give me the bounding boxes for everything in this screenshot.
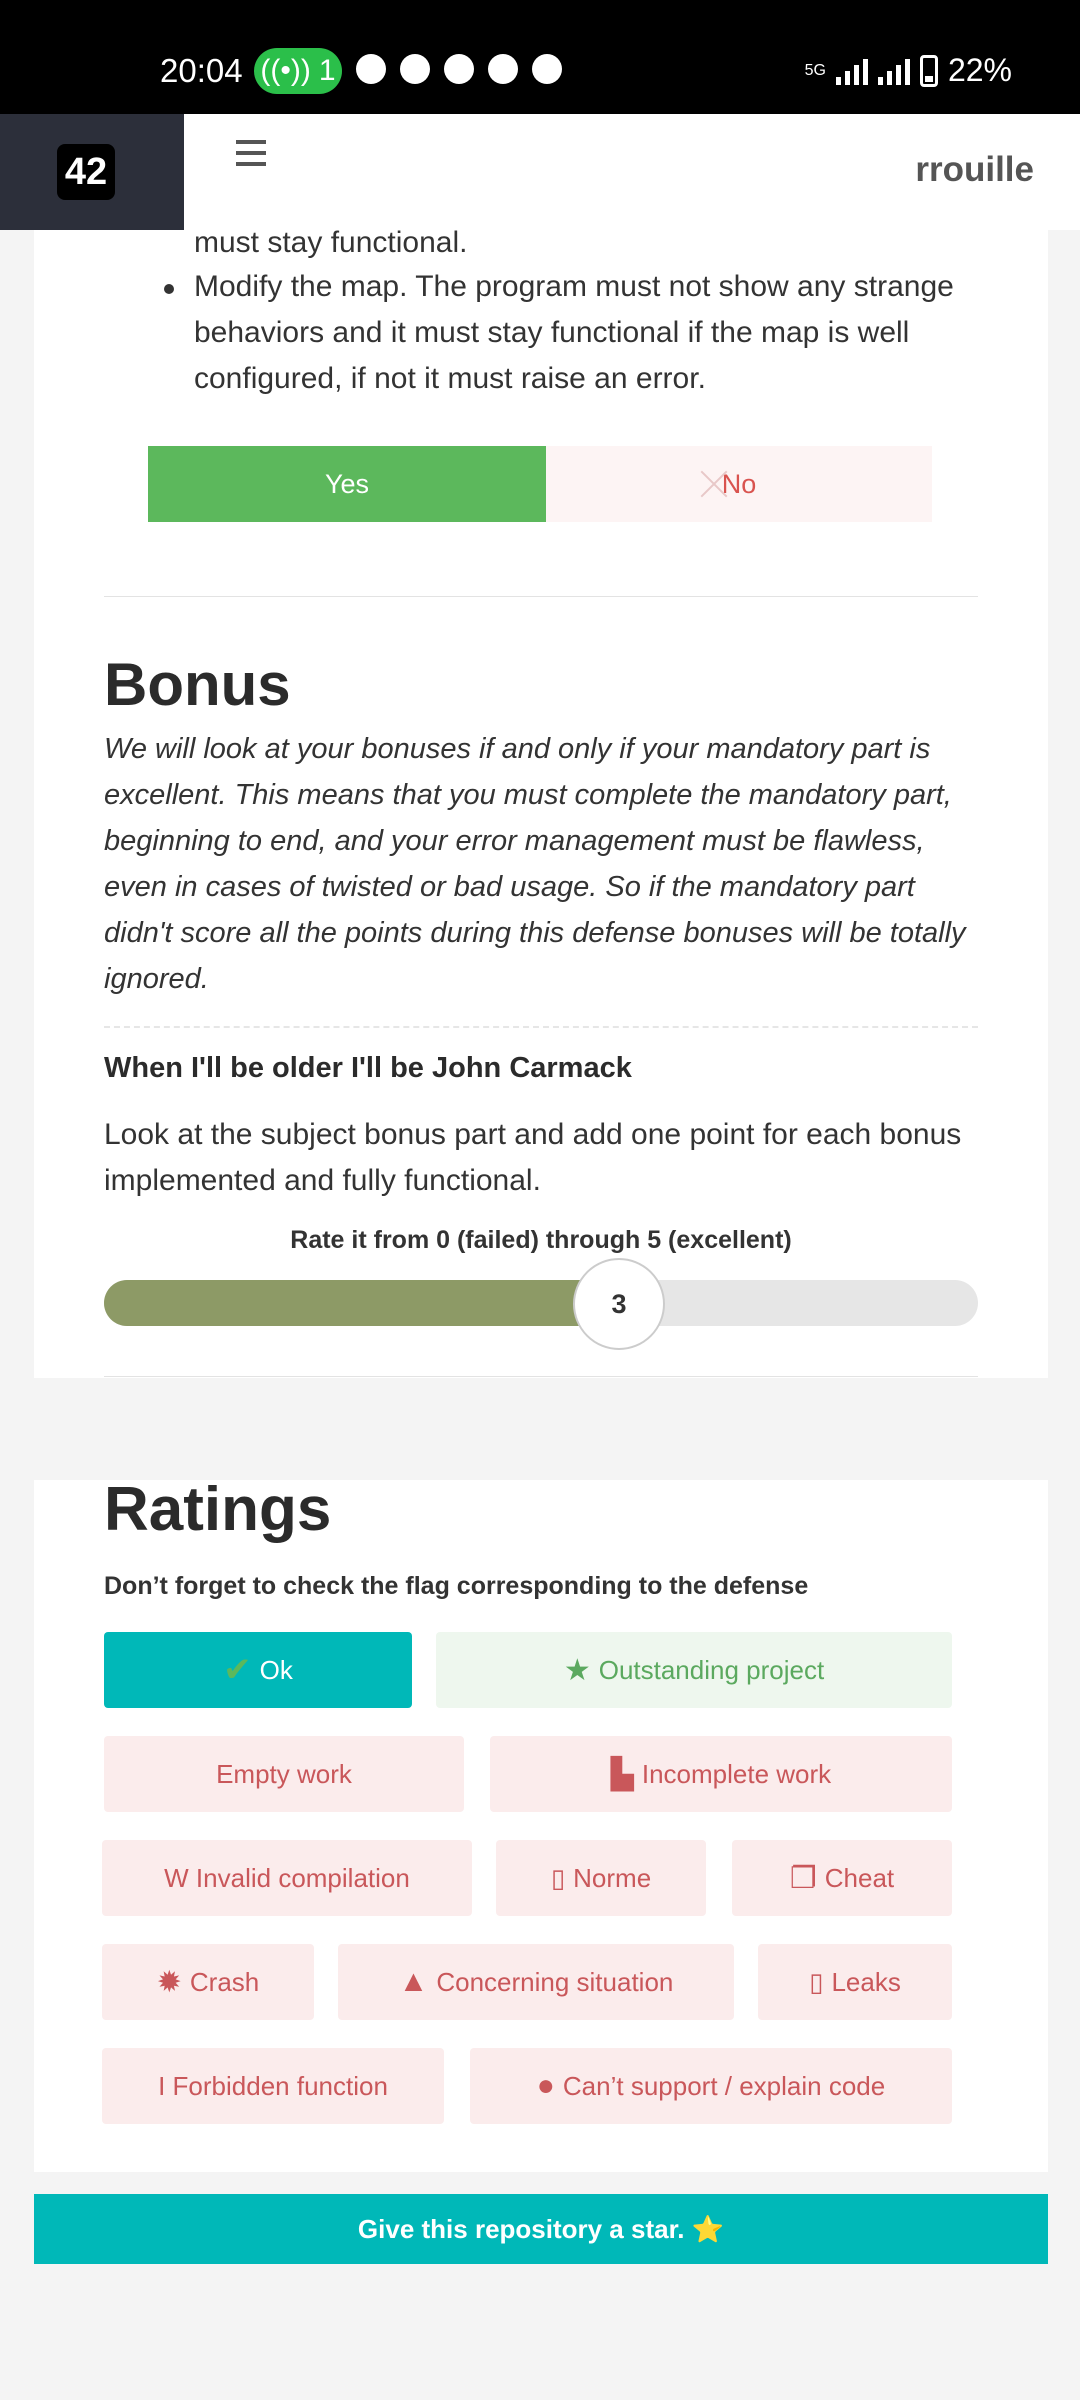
flag-cant-support-button[interactable]: ● Can’t support / explain code: [470, 2048, 952, 2124]
flag-norme-button[interactable]: ▯ Norme: [496, 1840, 706, 1916]
yes-button[interactable]: Yes: [148, 446, 546, 522]
mail-icon: [532, 54, 562, 84]
flag-cheat-button[interactable]: ❐ Cheat: [732, 1840, 952, 1916]
flag-label: W Invalid compilation: [164, 1862, 410, 1893]
hotspot-icon: ((•)): [260, 54, 311, 87]
flag-label: Outstanding project: [598, 1654, 825, 1685]
flag-label: Norme: [573, 1862, 652, 1893]
flag-leaks-button[interactable]: ▯ Leaks: [758, 1944, 952, 2020]
bonus-description: We will look at your bonuses if and only…: [104, 733, 966, 995]
flag-empty-button[interactable]: Empty work: [104, 1736, 464, 1812]
leaks-icon: ▯: [809, 1966, 824, 1997]
logo-42[interactable]: 42: [57, 144, 115, 200]
system-indicators: 5G 22%: [805, 52, 1012, 89]
ratings-card: Ratings Don’t forget to check the flag c…: [34, 1475, 1048, 2172]
star-repository-banner[interactable]: Give this repository a star. ⭐: [34, 2194, 1048, 2264]
flag-label: Leaks: [831, 1966, 901, 1997]
hotspot-pill: ((•)) 1: [254, 48, 342, 94]
flag-crash-button[interactable]: ✹ Crash: [102, 1944, 314, 2020]
signal-icon-2: [877, 57, 910, 85]
username[interactable]: rrouille: [915, 150, 1034, 190]
rate-label: Rate it from 0 (failed) through 5 (excel…: [290, 1226, 792, 1254]
flag-label: Can’t support / explain code: [562, 2070, 886, 2101]
telegram-icon: [400, 54, 430, 84]
yes-label: Yes: [324, 468, 370, 499]
logo-container[interactable]: 42: [0, 114, 184, 230]
divider: [104, 1376, 978, 1377]
status-time: 20:04: [160, 52, 243, 89]
divider: [104, 596, 978, 597]
check-icon: ✔: [223, 1651, 252, 1689]
flag-ok-button[interactable]: ✔ Ok: [104, 1632, 412, 1708]
star-icon: ★: [563, 1653, 591, 1687]
evaluation-card: must stay functional. Modify the map. Th…: [34, 226, 1048, 1378]
flag-label: Incomplete work: [641, 1758, 832, 1789]
flag-incomplete-button[interactable]: ▙ Incomplete work: [490, 1736, 952, 1812]
list-item-cut: must stay functional.: [194, 226, 468, 259]
missed-call-icon: [444, 54, 474, 84]
rating-slider[interactable]: 3: [104, 1258, 978, 1350]
dashed-divider: [104, 1026, 978, 1028]
section-title-ratings: Ratings: [104, 1475, 332, 1544]
warning-icon: ▲: [398, 1965, 429, 1998]
flag-label: Ok: [259, 1654, 293, 1685]
battery-level: 22%: [947, 52, 1012, 88]
signal-icon: [835, 57, 868, 85]
flag-label: Concerning situation: [436, 1966, 674, 1997]
flag-forbidden-function-button[interactable]: I Forbidden function: [102, 2048, 444, 2124]
file-icon: ▙: [610, 1757, 634, 1791]
flag-label: Cheat: [824, 1862, 895, 1893]
slider-thumb[interactable]: 3: [573, 1258, 665, 1350]
chat-icon: [356, 54, 386, 84]
question-description: Look at the subject bonus part and add o…: [104, 1118, 962, 1197]
ratings-subtitle: Don’t forget to check the flag correspon…: [104, 1572, 809, 1600]
app-header: 42 rrouille: [0, 114, 1080, 230]
notification-icons: [356, 54, 562, 84]
section-title-bonus: Bonus: [104, 651, 291, 718]
flag-outstanding-button[interactable]: ★ Outstanding project: [436, 1632, 952, 1708]
status-bar: 20:04 ((•)) 1 5G 22%: [0, 0, 1080, 114]
flag-concerning-button[interactable]: ▲ Concerning situation: [338, 1944, 734, 2020]
flag-label: I Forbidden function: [158, 2070, 388, 2101]
menu-icon[interactable]: [236, 140, 266, 166]
question-title: When I'll be older I'll be John Carmack: [104, 1052, 632, 1084]
list-item: Modify the map. The program must not sho…: [194, 270, 954, 395]
flag-label: Crash: [189, 1966, 260, 1997]
explosion-icon: ✹: [156, 1965, 182, 1999]
bullet-dot: [164, 284, 174, 294]
close-icon: [696, 466, 732, 502]
flag-label: Empty work: [216, 1758, 352, 1789]
hotspot-count: 1: [318, 54, 336, 87]
money-icon: [488, 54, 518, 84]
norme-icon: ▯: [550, 1862, 566, 1893]
copy-icon: ❐: [789, 1861, 817, 1895]
flag-invalid-compilation-button[interactable]: W Invalid compilation: [102, 1840, 472, 1916]
star-banner-text: Give this repository a star. ⭐: [357, 2213, 725, 2244]
slider-fill: [104, 1280, 619, 1326]
no-button[interactable]: No: [546, 446, 932, 522]
network-type: 5G: [804, 61, 826, 79]
battery-icon: [919, 54, 938, 87]
speech-bubble-icon: ●: [536, 2069, 555, 2102]
